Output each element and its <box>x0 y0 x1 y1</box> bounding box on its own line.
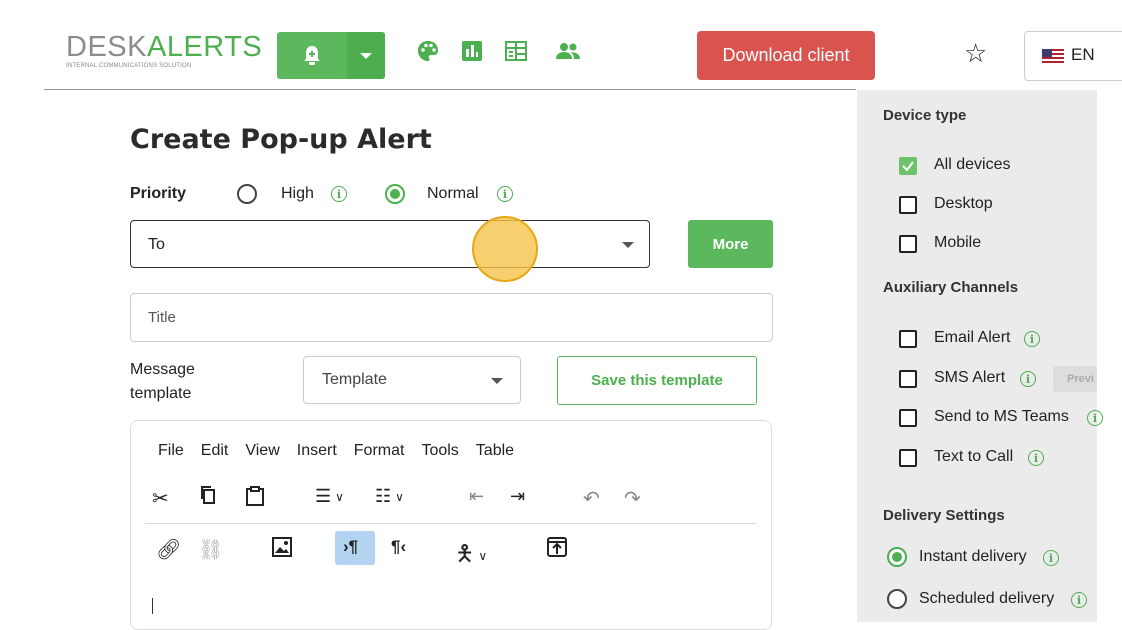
scheduled-delivery-radio[interactable] <box>887 589 907 609</box>
ltr-icon[interactable]: ›¶ <box>343 537 358 557</box>
redo-icon[interactable]: ↷ <box>624 486 641 511</box>
sms-alert-checkbox[interactable] <box>899 370 917 388</box>
device-type-heading: Device type <box>883 107 967 124</box>
sms-alert-label: SMS Alert <box>934 369 1006 386</box>
toolbar-divider <box>145 523 757 524</box>
text-cursor <box>152 598 153 614</box>
header-divider <box>44 89 856 90</box>
priority-label: Priority <box>130 185 187 202</box>
menu-file[interactable]: File <box>158 442 184 459</box>
menu-view[interactable]: View <box>245 442 279 459</box>
recipients-select[interactable]: To <box>130 220 650 268</box>
click-indicator <box>472 216 538 282</box>
page-title: Create Pop-up Alert <box>130 124 432 155</box>
ms-teams-label: Send to MS Teams <box>934 408 1069 425</box>
delivery-settings-heading: Delivery Settings <box>883 507 1005 524</box>
message-template-label: Message template <box>130 358 195 406</box>
numbered-list-icon[interactable]: ☷ ∨ <box>375 486 404 507</box>
instant-delivery-label: Instant delivery <box>919 548 1027 565</box>
logo-alerts-text: ALERTS <box>146 31 263 63</box>
editor-menubar: File Edit View Insert Format Tools Table <box>158 442 531 460</box>
download-client-button[interactable]: Download client <box>697 31 875 80</box>
menu-insert[interactable]: Insert <box>297 442 337 459</box>
chart-icon[interactable] <box>460 38 484 64</box>
outdent-icon[interactable]: ⇤ <box>469 486 484 507</box>
email-alert-label: Email Alert <box>934 329 1011 346</box>
priority-normal-radio[interactable] <box>385 184 405 204</box>
info-icon[interactable]: i <box>331 186 347 202</box>
language-selector[interactable]: EN <box>1024 31 1122 81</box>
menu-tools[interactable]: Tools <box>421 442 458 459</box>
scheduled-delivery-label: Scheduled delivery <box>919 590 1055 607</box>
desktop-checkbox[interactable] <box>899 196 917 214</box>
rtl-icon[interactable]: ¶‹ <box>391 537 406 557</box>
chevron-down-icon[interactable] <box>622 242 634 248</box>
link-icon[interactable]: 🔗︎ <box>156 537 181 562</box>
info-icon[interactable]: i <box>1028 450 1044 466</box>
instant-delivery-radio[interactable] <box>887 547 907 567</box>
email-alert-checkbox[interactable] <box>899 330 917 348</box>
info-icon[interactable]: i <box>1043 550 1059 566</box>
info-icon[interactable]: i <box>1024 331 1040 347</box>
create-alert-button[interactable] <box>277 32 385 79</box>
info-icon[interactable]: i <box>1087 410 1103 426</box>
priority-high-radio[interactable] <box>237 184 257 204</box>
logo-desk-text: DESK <box>66 31 147 63</box>
title-input[interactable]: Title <box>130 293 773 342</box>
image-icon[interactable] <box>272 537 292 557</box>
recipients-placeholder: To <box>148 236 165 253</box>
mobile-label: Mobile <box>934 234 982 251</box>
accessibility-icon[interactable]: 🯅 ∨ <box>455 537 487 575</box>
all-devices-label: All devices <box>934 156 1011 173</box>
auxiliary-channels-heading: Auxiliary Channels <box>883 279 1019 296</box>
save-template-button[interactable]: Save this template <box>557 356 757 405</box>
palette-icon[interactable] <box>416 38 440 64</box>
cut-icon[interactable]: ✂ <box>152 486 169 511</box>
all-devices-checkbox[interactable] <box>899 157 917 175</box>
info-icon[interactable]: i <box>1020 371 1036 387</box>
us-flag-icon <box>1042 49 1064 63</box>
info-icon[interactable]: i <box>497 186 513 202</box>
template-select-value: Template <box>322 371 387 388</box>
template-select[interactable]: Template <box>303 356 521 404</box>
priority-high-label: High <box>281 185 314 202</box>
undo-icon[interactable]: ↶ <box>583 486 600 511</box>
copy-icon[interactable] <box>200 486 216 504</box>
text-to-call-label: Text to Call <box>934 448 1014 465</box>
users-icon[interactable] <box>554 38 582 64</box>
chevron-down-icon[interactable] <box>347 32 385 79</box>
desktop-label: Desktop <box>934 195 993 212</box>
menu-edit[interactable]: Edit <box>201 442 229 459</box>
language-label: EN <box>1071 45 1095 64</box>
more-button[interactable]: More <box>688 220 773 268</box>
mobile-checkbox[interactable] <box>899 235 917 253</box>
unlink-icon[interactable]: ⛓︎ <box>198 537 223 562</box>
deskalerts-logo[interactable]: DESKALERTS INTERNAL COMMUNICATIONS SOLUT… <box>66 32 262 69</box>
menu-table[interactable]: Table <box>476 442 514 459</box>
star-icon[interactable]: ☆ <box>964 38 987 69</box>
chevron-down-icon[interactable] <box>491 378 503 384</box>
info-icon[interactable]: i <box>1071 592 1087 608</box>
upload-icon[interactable] <box>547 537 567 557</box>
message-template-label-line1: Message <box>130 361 195 378</box>
priority-normal-label: Normal <box>427 185 479 202</box>
paste-icon[interactable] <box>246 486 264 506</box>
table-icon[interactable] <box>504 38 528 64</box>
bell-plus-icon[interactable] <box>277 32 347 79</box>
ms-teams-checkbox[interactable] <box>899 409 917 427</box>
text-to-call-checkbox[interactable] <box>899 449 917 467</box>
menu-format[interactable]: Format <box>354 442 405 459</box>
bullet-list-icon[interactable]: ☰ ∨ <box>315 486 344 507</box>
sms-preview-button[interactable]: Previ <box>1053 366 1097 392</box>
indent-icon[interactable]: ⇥ <box>510 486 525 507</box>
message-template-label-line2: template <box>130 385 192 402</box>
logo-tagline: INTERNAL COMMUNICATIONS SOLUTION <box>66 63 192 69</box>
